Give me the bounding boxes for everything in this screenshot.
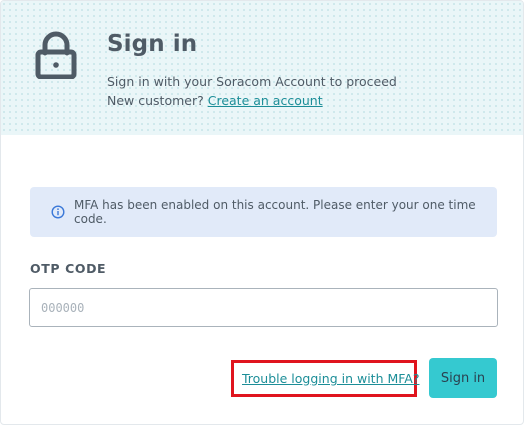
info-icon — [51, 205, 65, 219]
new-customer-text: New customer? — [107, 93, 204, 108]
page-subtitle: Sign in with your Soracom Account to pro… — [107, 72, 397, 110]
otp-code-input[interactable] — [29, 288, 498, 327]
subtitle-line-2: New customer? Create an account — [107, 91, 397, 110]
alert-message: MFA has been enabled on this account. Pl… — [74, 198, 476, 226]
sign-in-button[interactable]: Sign in — [429, 358, 497, 398]
mfa-info-alert: MFA has been enabled on this account. Pl… — [30, 187, 497, 237]
subtitle-line-1: Sign in with your Soracom Account to pro… — [107, 74, 397, 89]
trouble-logging-in-link[interactable]: Trouble logging in with MFA? — [242, 371, 419, 386]
page-title: Sign in — [107, 31, 198, 57]
signin-panel: Sign in Sign in with your Soracom Accoun… — [0, 0, 524, 425]
create-account-link[interactable]: Create an account — [208, 93, 323, 108]
lock-icon — [35, 31, 77, 79]
signin-header: Sign in Sign in with your Soracom Accoun… — [1, 1, 523, 135]
otp-label: OTP CODE — [30, 261, 107, 276]
